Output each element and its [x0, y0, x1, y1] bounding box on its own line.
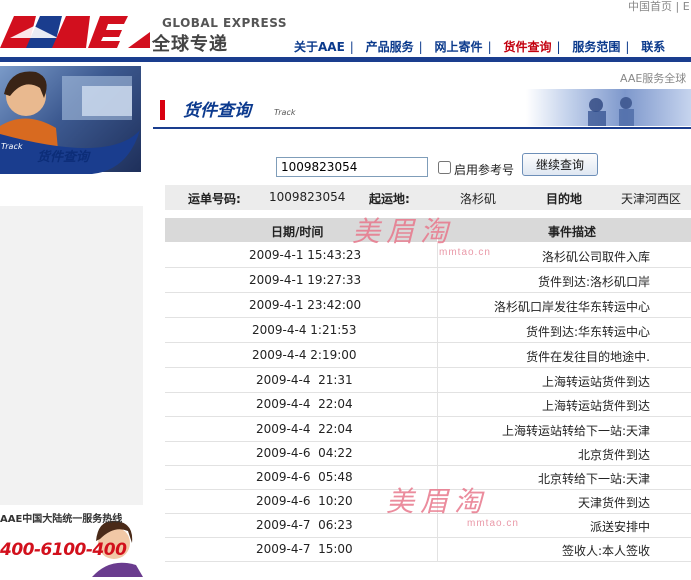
table-row: 2009-4-4 22:04 上海转运站货件到达 — [165, 392, 691, 417]
nav-service-area[interactable]: 服务范围 — [572, 38, 620, 55]
left-panel — [0, 206, 143, 506]
nav-separator: | — [418, 40, 423, 54]
row-datetime: 2009-4-1 23:42:00 — [249, 298, 362, 312]
aae-service-text: AAE服务全球 — [620, 72, 687, 85]
section-marker — [160, 100, 165, 120]
continue-search-button[interactable]: 继续查询 — [522, 153, 598, 176]
watermark-text: 美眉淘 — [386, 485, 489, 518]
main-nav: 关于AAE | 产品服务 | 网上寄件 | 货件查询 | 服务范围 | 联系 — [294, 38, 670, 55]
row-event: 洛杉矶公司取件入库 — [541, 250, 650, 264]
table-row: 2009-4-6 04:22 北京货件到达 — [165, 441, 691, 466]
tracking-number-input[interactable] — [276, 157, 428, 177]
destination-label: 目的地 — [546, 192, 583, 206]
hero-track-label: Track — [1, 142, 23, 151]
row-event: 上海转运站货件到达 — [541, 375, 650, 389]
watermark-url: mmtao.cn — [467, 518, 519, 529]
nav-divider — [0, 57, 691, 62]
nav-separator: | — [556, 40, 561, 54]
section-subtitle-en: Track — [274, 108, 296, 117]
row-datetime: 2009-4-4 22:04 — [256, 397, 353, 411]
row-datetime: 2009-4-6 10:20 — [256, 494, 353, 508]
header-event: 事件描述 — [548, 225, 597, 239]
table-row: 2009-4-4 1:21:53 货件到达:华东转运中心 — [165, 318, 691, 343]
logo-subtitle-en: GLOBAL EXPRESS — [162, 16, 287, 30]
table-row: 2009-4-1 19:27:33 货件到达:洛杉矶口岸 — [165, 268, 691, 293]
row-datetime: 2009-4-1 15:43:23 — [249, 248, 362, 262]
row-event: 洛杉矶口岸发往华东转运中心 — [493, 300, 650, 314]
row-event: 货件到达:华东转运中心 — [525, 325, 650, 339]
row-event: 货件到达:洛杉矶口岸 — [537, 275, 650, 289]
row-event: 派送安排中 — [589, 520, 650, 534]
destination-value: 天津河西区 — [621, 192, 682, 206]
nav-about[interactable]: 关于AAE — [294, 38, 345, 55]
watermark-url: mmtao.cn — [439, 247, 491, 258]
use-reference-checkbox[interactable] — [438, 161, 451, 174]
aae-logo[interactable] — [0, 8, 150, 52]
logo-subtitle-cn: 全球专递 — [152, 34, 228, 55]
section-title: 货件查询 — [183, 101, 251, 121]
row-datetime: 2009-4-4 22:04 — [256, 422, 353, 436]
table-row: 2009-4-4 21:31 上海转运站货件到达 — [165, 368, 691, 393]
row-datetime: 2009-4-6 05:48 — [256, 470, 353, 484]
hotline-number: 400-6100-400 — [0, 540, 127, 560]
row-event: 北京货件到达 — [577, 448, 650, 462]
origin-value: 洛杉矶 — [460, 192, 497, 206]
row-datetime: 2009-4-4 2:19:00 — [252, 348, 357, 362]
row-datetime: 2009-4-1 19:27:33 — [249, 273, 362, 287]
nav-products[interactable]: 产品服务 — [366, 38, 414, 55]
row-event: 天津货件到达 — [577, 496, 650, 510]
top-utility-links[interactable]: 中国首页 | E — [628, 0, 690, 14]
row-datetime: 2009-4-4 21:31 — [256, 373, 353, 387]
hotline-label: AAE中国大陆统一服务热线 — [0, 514, 123, 525]
table-row: 2009-4-4 2:19:00 货件在发往目的地途中. — [165, 343, 691, 368]
use-reference-label: 启用参考号 — [454, 163, 515, 177]
row-event: 北京转给下一站:天津 — [537, 472, 650, 486]
table-row: 2009-4-7 15:00 签收人:本人签收 — [165, 537, 691, 562]
row-event: 货件在发往目的地途中. — [526, 350, 650, 364]
watermark-text: 美眉淘 — [352, 215, 455, 248]
header-datetime: 日期/时间 — [271, 225, 324, 239]
nav-separator: | — [487, 40, 492, 54]
row-datetime: 2009-4-6 04:22 — [256, 446, 353, 460]
row-event: 签收人:本人签收 — [561, 544, 650, 558]
row-event: 上海转运站转给下一站:天津 — [501, 424, 650, 438]
waybill-value: 1009823054 — [269, 190, 346, 204]
table-row: 2009-4-1 23:42:00 洛杉矶口岸发往华东转运中心 — [165, 293, 691, 318]
nav-online-ship[interactable]: 网上寄件 — [435, 38, 483, 55]
table-row: 2009-4-4 22:04 上海转运站转给下一站:天津 — [165, 417, 691, 442]
hero-title: 货件查询 — [37, 150, 90, 165]
row-event: 上海转运站货件到达 — [541, 399, 650, 413]
nav-tracking[interactable]: 货件查询 — [503, 38, 551, 55]
nav-contact[interactable]: 联系 — [641, 38, 665, 55]
row-datetime: 2009-4-7 15:00 — [256, 542, 353, 556]
nav-separator: | — [349, 40, 354, 54]
waybill-label: 运单号码: — [188, 192, 241, 206]
business-photo-icon — [588, 97, 634, 126]
shipment-summary — [165, 185, 691, 210]
nav-separator: | — [625, 40, 630, 54]
origin-label: 起运地: — [369, 192, 410, 206]
row-datetime: 2009-4-4 1:21:53 — [252, 323, 357, 337]
row-datetime: 2009-4-7 06:23 — [256, 518, 353, 532]
section-banner-image — [526, 89, 691, 126]
section-divider — [153, 127, 691, 129]
